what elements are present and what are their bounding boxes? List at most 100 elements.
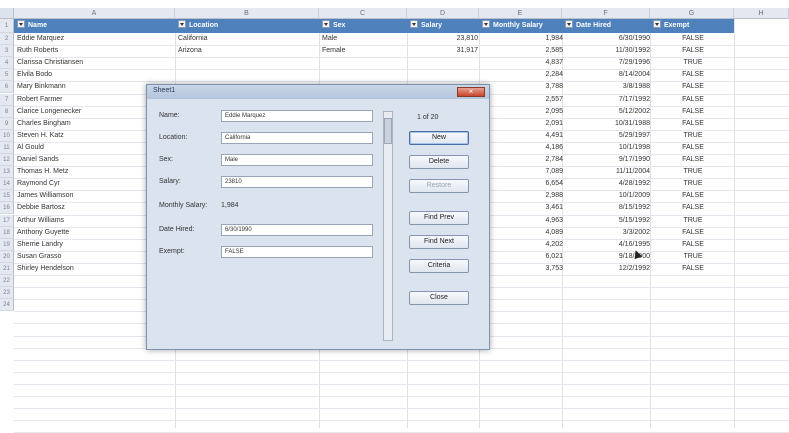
column-header-c[interactable]: C — [319, 8, 407, 19]
cell-date-hired[interactable]: 3/3/2002 — [565, 227, 650, 239]
column-header-e[interactable]: E — [479, 8, 562, 19]
cell-monthly-salary[interactable]: 4,491 — [482, 130, 563, 142]
row-header[interactable]: 5 — [0, 69, 14, 82]
filter-dropdown-icon[interactable] — [17, 20, 25, 28]
find-next-button[interactable]: Find Next — [409, 235, 469, 249]
cell-sex[interactable]: Male — [322, 33, 406, 45]
cell-exempt[interactable]: FALSE — [653, 227, 733, 239]
restore-button[interactable]: Restore — [409, 179, 469, 193]
criteria-button[interactable]: Criteria — [409, 259, 469, 273]
cell-sex[interactable]: Female — [322, 45, 406, 57]
cell-monthly-salary[interactable]: 4,186 — [482, 142, 563, 154]
find-prev-button[interactable]: Find Prev — [409, 211, 469, 225]
scrollbar-thumb[interactable] — [384, 118, 392, 144]
cell-exempt[interactable]: TRUE — [653, 57, 733, 69]
date-hired-field[interactable]: 6/30/1990 — [221, 224, 373, 236]
cell-monthly-salary[interactable]: 2,284 — [482, 69, 563, 81]
row-header[interactable]: 19 — [0, 238, 14, 251]
cell-location[interactable]: California — [178, 33, 318, 45]
cell-date-hired[interactable]: 5/29/1997 — [565, 130, 650, 142]
header-monthly-salary[interactable]: Monthly Salary — [479, 19, 562, 33]
cell-monthly-salary[interactable]: 1,984 — [482, 33, 563, 45]
row-header[interactable]: 7 — [0, 93, 14, 106]
cell-monthly-salary[interactable]: 4,963 — [482, 215, 563, 227]
header-name[interactable]: Name — [14, 19, 175, 33]
row-header[interactable]: 3 — [0, 45, 14, 58]
name-field[interactable]: Eddie Marquez — [221, 110, 373, 122]
cell-monthly-salary[interactable]: 2,095 — [482, 106, 563, 118]
cell-exempt[interactable]: TRUE — [653, 178, 733, 190]
cell-exempt[interactable]: FALSE — [653, 118, 733, 130]
dialog-titlebar[interactable]: Sheet1 × — [147, 85, 489, 99]
cell-exempt[interactable]: TRUE — [653, 130, 733, 142]
select-all-corner[interactable] — [0, 8, 14, 19]
row-header[interactable]: 23 — [0, 287, 14, 300]
cell-exempt[interactable]: FALSE — [653, 190, 733, 202]
close-icon[interactable]: × — [457, 87, 485, 97]
exempt-field[interactable]: FALSE — [221, 246, 373, 258]
cell-monthly-salary[interactable]: 3,753 — [482, 263, 563, 275]
cell-date-hired[interactable]: 12/2/1992 — [565, 263, 650, 275]
cell-monthly-salary[interactable]: 7,089 — [482, 166, 563, 178]
cell-location[interactable]: Arizona — [178, 45, 318, 57]
filter-dropdown-icon[interactable] — [410, 20, 418, 28]
row-header[interactable]: 2 — [0, 33, 14, 46]
cell-monthly-salary[interactable]: 2,091 — [482, 118, 563, 130]
header-location[interactable]: Location — [175, 19, 319, 33]
row-header[interactable]: 12 — [0, 154, 14, 167]
row-header[interactable]: 13 — [0, 166, 14, 179]
cell-date-hired[interactable]: 10/1/1998 — [565, 142, 650, 154]
cell-salary[interactable] — [410, 69, 478, 81]
cell-exempt[interactable]: FALSE — [653, 154, 733, 166]
cell-monthly-salary[interactable]: 4,837 — [482, 57, 563, 69]
cell-salary[interactable] — [410, 57, 478, 69]
row-header[interactable]: 22 — [0, 275, 14, 288]
header-sex[interactable]: Sex — [319, 19, 407, 33]
cell-exempt[interactable]: FALSE — [653, 94, 733, 106]
cell-monthly-salary[interactable]: 6,021 — [482, 251, 563, 263]
cell-location[interactable] — [178, 57, 318, 69]
cell-salary[interactable]: 23,810 — [410, 33, 478, 45]
new-button[interactable]: New — [409, 131, 469, 145]
row-header[interactable]: 24 — [0, 299, 14, 312]
delete-button[interactable]: Delete — [409, 155, 469, 169]
cell-date-hired[interactable]: 7/17/1992 — [565, 94, 650, 106]
cell-exempt[interactable]: FALSE — [653, 69, 733, 81]
salary-field[interactable]: 23810 — [221, 176, 373, 188]
cell-exempt[interactable]: FALSE — [653, 45, 733, 57]
record-scrollbar[interactable] — [383, 111, 393, 341]
row-header[interactable]: 16 — [0, 202, 14, 215]
header-salary[interactable]: Salary — [407, 19, 479, 33]
cell-date-hired[interactable]: 4/28/1992 — [565, 178, 650, 190]
cell-exempt[interactable]: TRUE — [653, 251, 733, 263]
cell-date-hired[interactable]: 5/15/1992 — [565, 215, 650, 227]
filter-dropdown-icon[interactable] — [178, 20, 186, 28]
cell-exempt[interactable]: FALSE — [653, 142, 733, 154]
cell-monthly-salary[interactable]: 6,654 — [482, 178, 563, 190]
cell-date-hired[interactable]: 10/1/2009 — [565, 190, 650, 202]
header-exempt[interactable]: Exempt — [650, 19, 734, 33]
cell-sex[interactable] — [322, 69, 406, 81]
cell-date-hired[interactable]: 3/8/1988 — [565, 81, 650, 93]
column-header-b[interactable]: B — [175, 8, 319, 19]
cell-monthly-salary[interactable]: 2,585 — [482, 45, 563, 57]
cell-date-hired[interactable]: 11/11/2004 — [565, 166, 650, 178]
column-header-f[interactable]: F — [562, 8, 650, 19]
cell-date-hired[interactable]: 6/30/1990 — [565, 33, 650, 45]
row-header[interactable]: 15 — [0, 190, 14, 203]
row-header[interactable]: 10 — [0, 129, 14, 142]
cell-date-hired[interactable]: 7/29/1996 — [565, 57, 650, 69]
cell-monthly-salary[interactable]: 3,461 — [482, 202, 563, 214]
row-header[interactable]: 6 — [0, 81, 14, 94]
filter-dropdown-icon[interactable] — [565, 20, 573, 28]
cell-date-hired[interactable]: 8/15/1992 — [565, 202, 650, 214]
cell-exempt[interactable]: FALSE — [653, 263, 733, 275]
cell-name[interactable]: Clarissa Christiansen — [17, 57, 172, 69]
row-header[interactable]: 4 — [0, 57, 14, 70]
cell-date-hired[interactable]: 9/17/1990 — [565, 154, 650, 166]
filter-dropdown-icon[interactable] — [653, 20, 661, 28]
row-header[interactable]: 14 — [0, 178, 14, 191]
cell-date-hired[interactable]: 11/30/1992 — [565, 45, 650, 57]
cell-name[interactable]: Ruth Roberts — [17, 45, 172, 57]
close-button[interactable]: Close — [409, 291, 469, 305]
